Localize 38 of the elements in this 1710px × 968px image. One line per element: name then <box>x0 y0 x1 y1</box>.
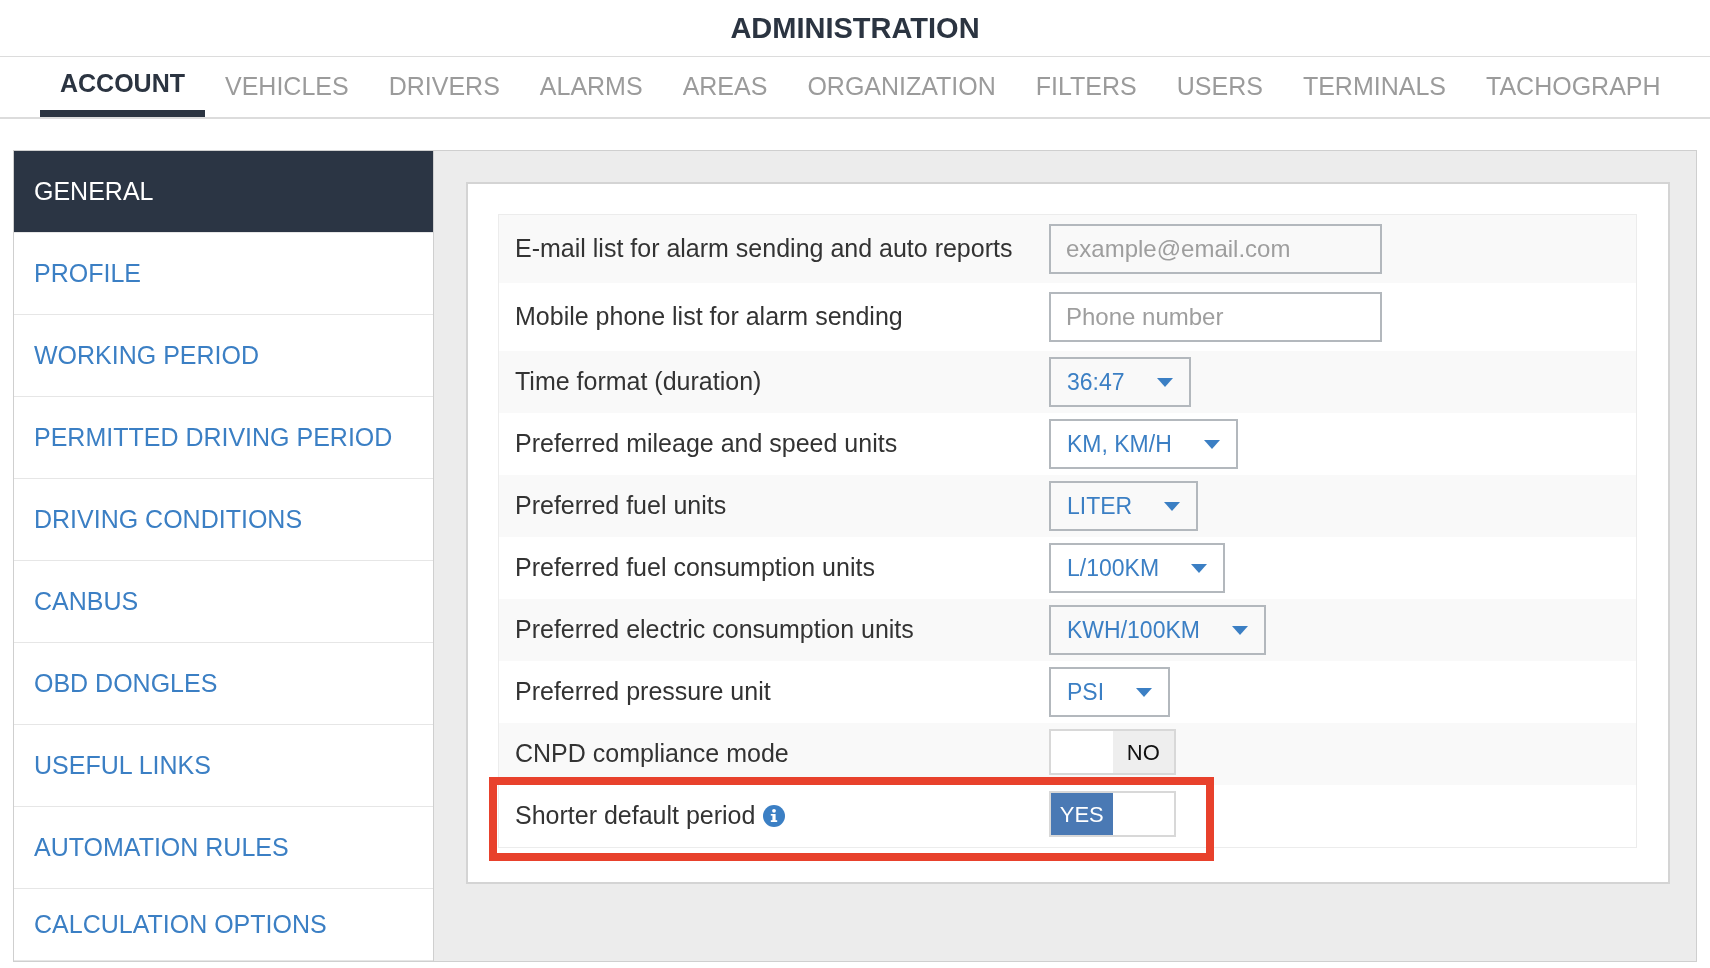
caret-icon <box>1203 439 1220 449</box>
nav-tab[interactable]: VEHICLES <box>205 57 369 117</box>
nav-tab[interactable]: ALARMS <box>519 57 663 117</box>
caret-icon <box>1156 377 1173 387</box>
caret-icon <box>1136 687 1153 697</box>
setting-label: Mobile phone list for alarm sending <box>515 301 903 333</box>
nav-tab[interactable]: DRIVERS <box>368 57 520 117</box>
caret-icon <box>1164 501 1181 511</box>
setting-label: E-mail list for alarm sending and auto reports <box>515 233 1013 265</box>
select-dropdown[interactable]: KM, KM/H <box>1049 419 1238 469</box>
nav-tab[interactable]: AREAS <box>662 57 788 117</box>
select-dropdown[interactable]: LITER <box>1049 481 1199 531</box>
setting-label: Preferred fuel units <box>515 490 727 522</box>
select-dropdown[interactable]: KWH/100KM <box>1049 605 1266 655</box>
nav-tab[interactable]: TERMINALS <box>1282 57 1466 117</box>
nav-tab[interactable]: ACCOUNT <box>40 57 205 117</box>
nav-tab[interactable]: TACHOGRAPH <box>1466 57 1681 117</box>
setting-label: Preferred pressure unit <box>515 676 771 708</box>
select-dropdown[interactable]: 36:47 <box>1049 357 1191 407</box>
caret-icon <box>1191 563 1208 573</box>
toggle-switch[interactable]: YES <box>1049 791 1176 837</box>
setting-label: Preferred mileage and speed units <box>515 428 898 460</box>
select-dropdown[interactable]: L/100KM <box>1049 543 1226 593</box>
page-title: ADMINISTRATION <box>730 13 980 43</box>
text-field[interactable]: example@email.com <box>1049 224 1382 274</box>
nav-tab[interactable]: USERS <box>1156 57 1283 117</box>
setting-label: Preferred electric consumption units <box>515 614 914 646</box>
nav-tab[interactable]: ORGANIZATION <box>787 57 1016 117</box>
setting-label: Shorter default period <box>515 800 756 832</box>
setting-label: CNPD compliance mode <box>515 738 789 770</box>
toggle-switch[interactable]: NO <box>1049 729 1176 775</box>
select-dropdown[interactable]: PSI <box>1049 667 1171 717</box>
nav-tab[interactable]: FILTERS <box>1015 57 1157 117</box>
caret-icon <box>1231 625 1248 635</box>
text-field[interactable]: Phone number <box>1049 292 1382 342</box>
setting-label: Preferred fuel consumption units <box>515 552 875 584</box>
sidebar-item[interactable]: GENERAL <box>14 151 433 233</box>
setting-label: Time format (duration) <box>515 366 762 398</box>
